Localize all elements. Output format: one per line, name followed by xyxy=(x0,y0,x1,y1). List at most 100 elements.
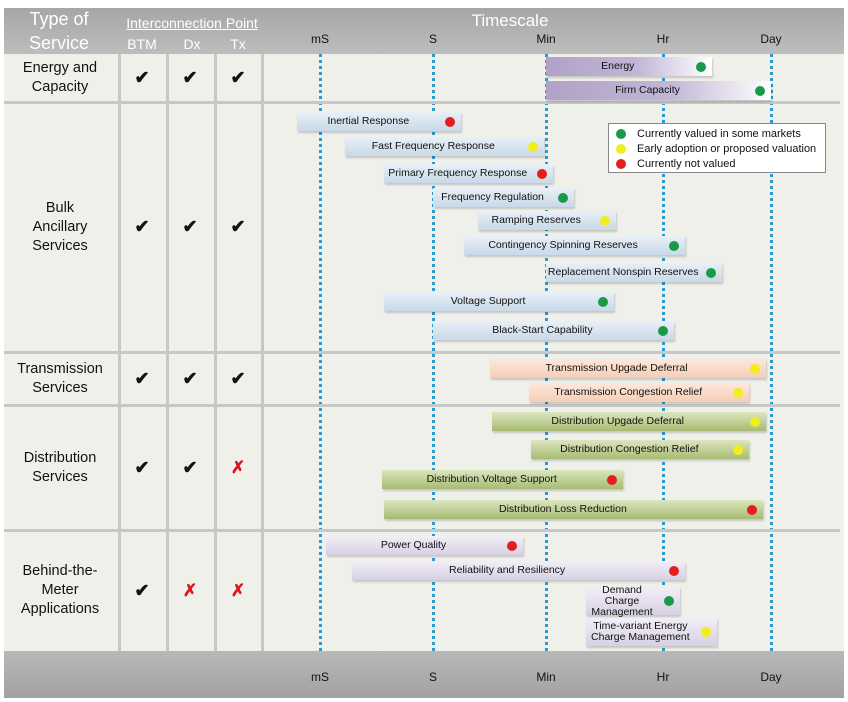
tick-label-top-min: Min xyxy=(536,32,556,46)
column-btm-heading: BTM xyxy=(127,36,157,52)
service-bar: Black-Start Capability xyxy=(433,321,674,340)
service-label: Voltage Support xyxy=(450,295,526,307)
status-dot-yellow-icon xyxy=(749,363,760,374)
checkmark-icon: ✔ xyxy=(182,368,198,388)
status-dot-green-icon xyxy=(706,267,717,278)
checkmark-icon: ✔ xyxy=(182,457,198,477)
service-label: Replacement Nonspin Reserves xyxy=(547,266,699,278)
service-label: Distribution Congestion Relief xyxy=(560,443,699,455)
service-label: Contingency Spinning Reserves xyxy=(488,239,638,251)
service-bar: Frequency Regulation xyxy=(433,188,575,207)
service-bar: Transmission Congestion Relief xyxy=(529,383,750,402)
service-bar: Distribution Loss Reduction xyxy=(384,500,764,519)
checkmark-icon: ✔ xyxy=(134,67,150,88)
service-label-line: Demand Charge xyxy=(602,583,642,607)
tick-label-bottom-hr: Hr xyxy=(656,670,670,684)
service-bar: Voltage Support xyxy=(384,292,614,311)
status-dot-yellow-icon xyxy=(600,215,611,226)
status-dot-red-icon xyxy=(537,168,548,179)
category-label: Energy and Capacity xyxy=(4,59,116,97)
tick-label-top-hr: Hr xyxy=(656,32,670,46)
interconnection-point-heading: Interconnection Point xyxy=(126,15,258,31)
service-label: Transmission Congestion Relief xyxy=(554,386,703,398)
column-dx-heading: Dx xyxy=(183,36,201,52)
status-dot-yellow-icon xyxy=(700,627,711,637)
service-bar: Distribution Upgade Deferral xyxy=(491,412,766,431)
checkmark-icon: ✔ xyxy=(134,580,150,600)
type-of-service-heading-line1: Type of xyxy=(29,9,89,29)
category-label-line: Services xyxy=(32,468,88,485)
tick-label-top-s: S xyxy=(428,32,438,46)
service-label: Energy xyxy=(601,60,635,72)
legend-item-red: Currently not valued xyxy=(615,156,819,171)
service-label: Firm Capacity xyxy=(615,84,680,96)
status-dot-red-icon xyxy=(607,474,618,485)
service-label: Inertial Response xyxy=(327,115,410,127)
service-label: Distribution Voltage Support xyxy=(426,473,557,485)
checkmark-icon: ✔ xyxy=(230,67,246,88)
status-dot-red-icon xyxy=(668,565,679,576)
category-label-line: Energy and xyxy=(22,60,98,76)
service-label: Black-Start Capability xyxy=(492,324,593,336)
green-dot-icon xyxy=(616,128,626,139)
category-label: Bulk Ancillary Services xyxy=(4,199,116,256)
category-label-line: Services xyxy=(32,379,88,396)
timescale-heading: Timescale xyxy=(471,11,549,30)
category-label-line: Ancillary xyxy=(32,218,88,235)
service-bar: Fast Frequency Response xyxy=(344,137,544,156)
red-dot-icon xyxy=(616,158,626,169)
category-label: Transmission Services xyxy=(4,360,116,398)
row-separator xyxy=(4,101,840,104)
status-dot-green-icon xyxy=(695,61,706,72)
service-label: Distribution Upgade Deferral xyxy=(551,415,684,427)
service-bar: Firm Capacity xyxy=(546,81,771,100)
service-label: Primary Frequency Response xyxy=(388,167,528,179)
legend-item-yellow: Early adoption or proposed valuation xyxy=(615,141,819,156)
status-dot-green-icon xyxy=(657,325,668,336)
status-dot-red-icon xyxy=(507,540,518,551)
category-label-line: Applications xyxy=(20,601,100,617)
tick-label-bottom-s: S xyxy=(428,670,438,684)
category-label: Behind-the- Meter Applications xyxy=(4,562,116,619)
legend: Currently valued in some markets Early a… xyxy=(608,123,826,173)
service-label: Distribution Loss Reduction xyxy=(499,503,627,515)
status-dot-yellow-icon xyxy=(733,387,744,398)
service-label: Frequency Regulation xyxy=(441,191,544,203)
service-bar: Ramping Reserves xyxy=(478,211,617,230)
category-label-line: Bulk xyxy=(45,199,75,216)
status-dot-green-icon xyxy=(558,192,569,203)
category-label: Distribution Services xyxy=(4,449,116,487)
service-bar: Distribution Congestion Relief xyxy=(531,440,750,459)
service-bar: Energy xyxy=(546,57,712,76)
category-label-line: Transmission xyxy=(17,360,103,377)
status-dot-green-icon xyxy=(664,596,675,606)
status-dot-yellow-icon xyxy=(733,444,744,455)
service-bar: Transmission Upgade Deferral xyxy=(489,359,766,378)
category-label-line: Capacity xyxy=(31,79,89,95)
column-tx-heading: Tx xyxy=(230,36,246,52)
service-bar: Primary Frequency Response xyxy=(384,164,554,183)
checkmark-icon: ✔ xyxy=(230,216,246,237)
service-label: Time-variant Energy Charge Management xyxy=(591,621,690,643)
row-separator xyxy=(4,404,840,407)
service-label: Demand Charge Management xyxy=(586,583,659,618)
service-label: Power Quality xyxy=(380,539,447,551)
status-dot-red-icon xyxy=(747,504,758,515)
category-label-line: Services xyxy=(32,237,88,254)
legend-item-green: Currently valued in some markets xyxy=(615,126,819,141)
status-dot-yellow-icon xyxy=(749,416,760,427)
status-dot-green-icon xyxy=(668,240,679,251)
service-label: Reliability and Resiliency xyxy=(449,564,566,576)
service-label-line: Charge Management xyxy=(591,631,690,643)
footer-band xyxy=(4,651,844,698)
service-bar: Replacement Nonspin Reserves xyxy=(546,263,723,282)
tick-label-top-ms: mS xyxy=(311,32,329,46)
tick-label-bottom-day: Day xyxy=(760,670,782,684)
cross-icon: ✗ xyxy=(230,580,246,600)
type-of-service-heading-line2: Service xyxy=(28,33,90,53)
checkmark-icon: ✔ xyxy=(230,368,246,388)
checkmark-icon: ✔ xyxy=(134,457,150,477)
service-bar: Contingency Spinning Reserves xyxy=(463,236,685,255)
service-bar: Power Quality xyxy=(325,536,524,555)
service-bar: Demand Charge Management xyxy=(585,583,681,618)
